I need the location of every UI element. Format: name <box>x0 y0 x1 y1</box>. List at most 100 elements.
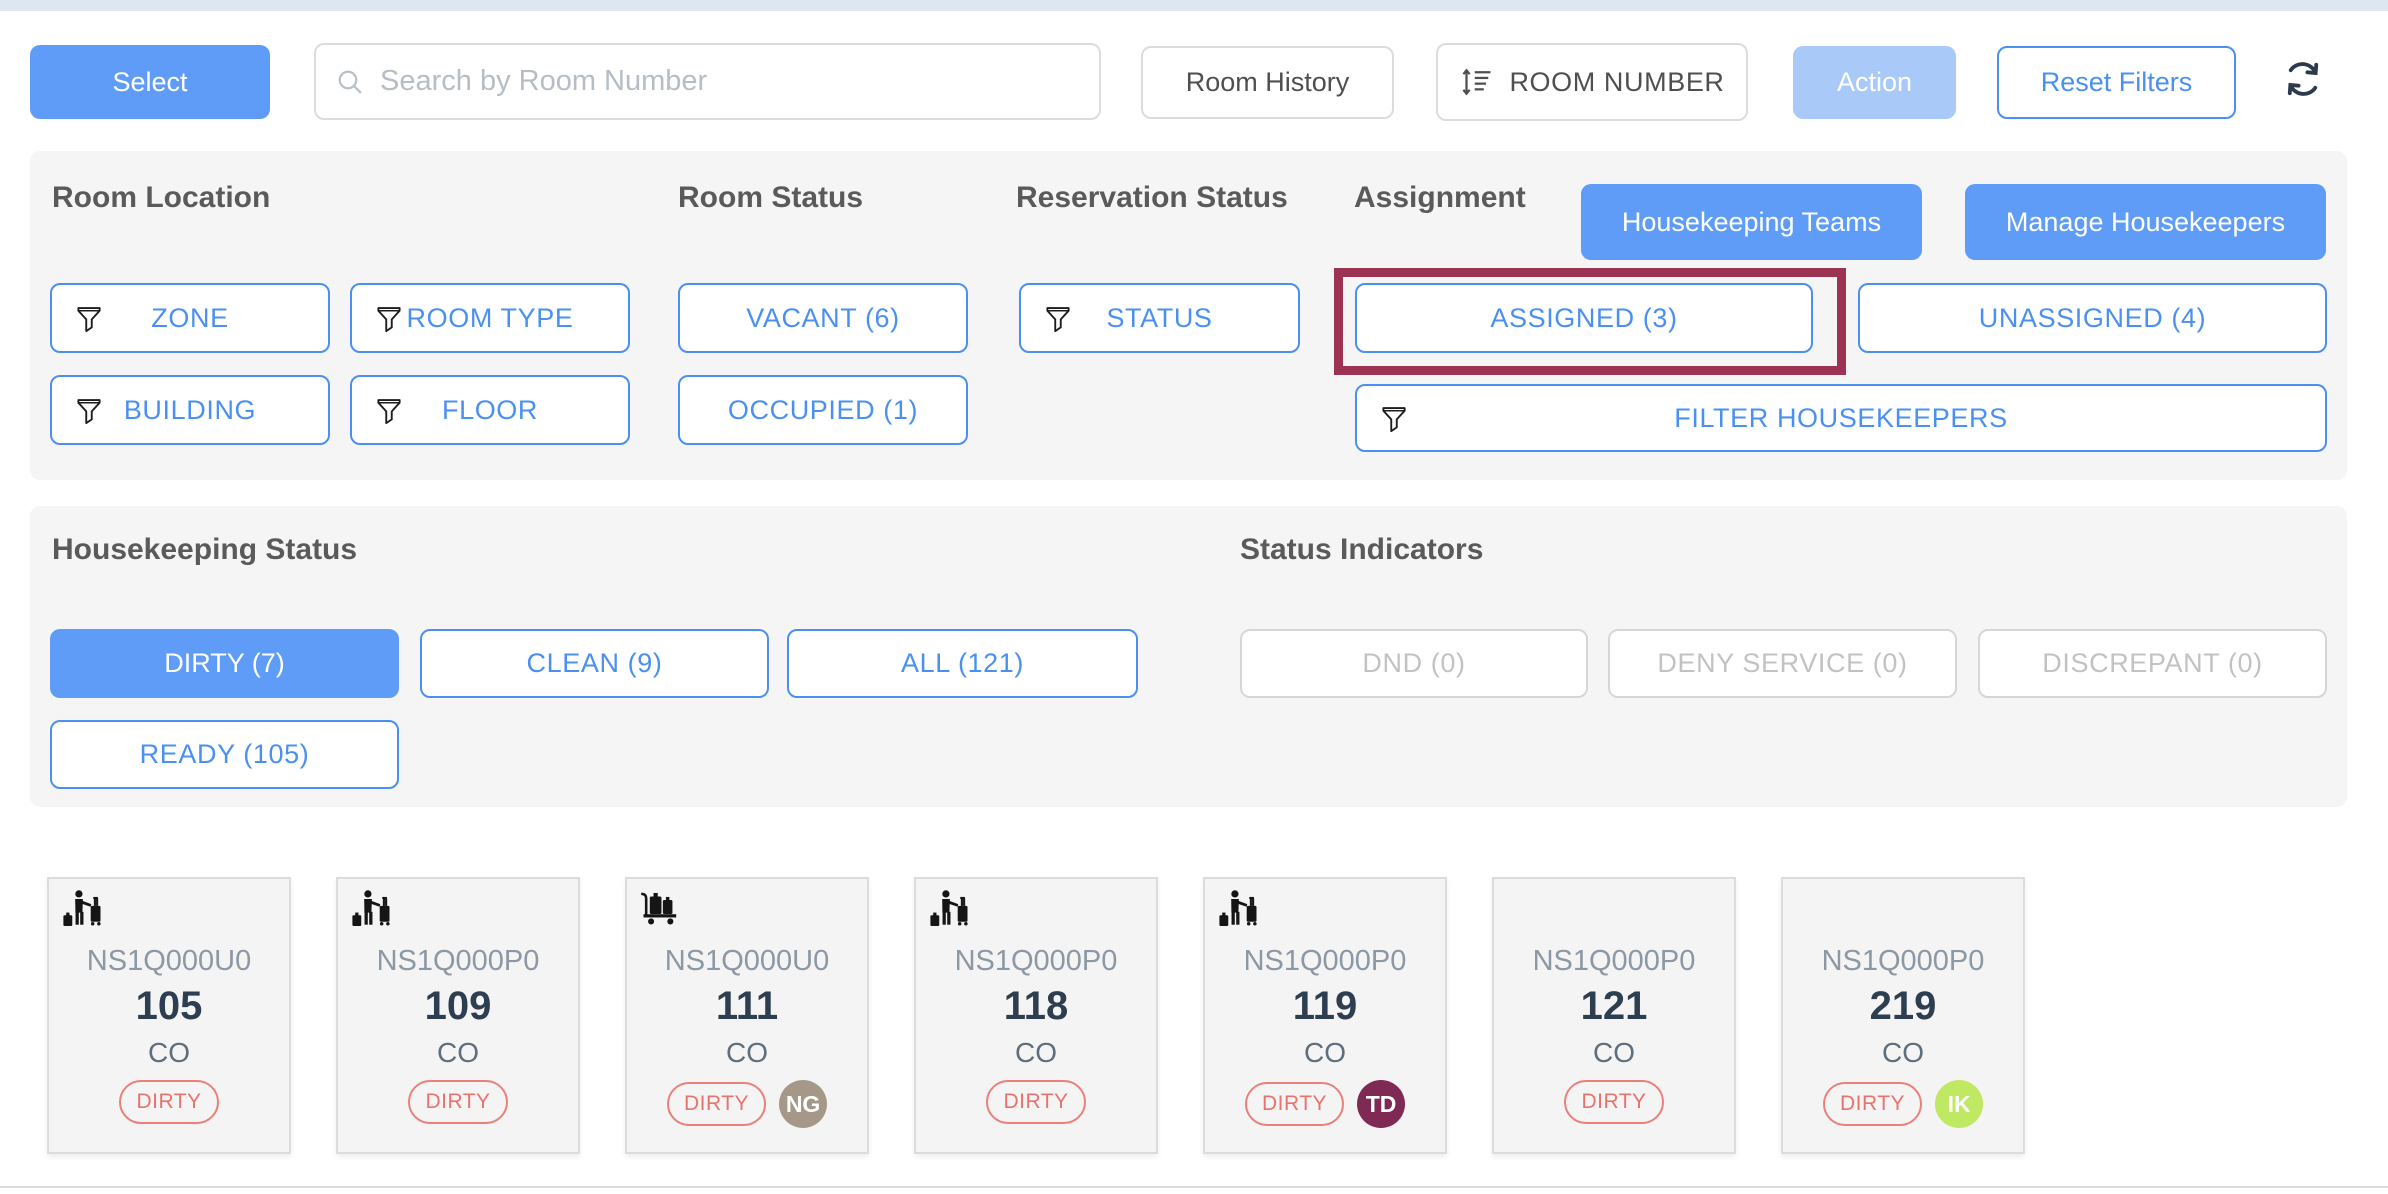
housekeeper-badge[interactable]: NG <box>779 1080 827 1128</box>
reservation-status-code: CO <box>437 1037 479 1069</box>
filter-funnel-icon <box>74 394 104 426</box>
room-number: 121 <box>1581 984 1648 1029</box>
dirty-status-pill: DIRTY <box>408 1080 507 1124</box>
filter-funnel-icon <box>374 302 404 334</box>
reservation-status-code: CO <box>1882 1037 1924 1069</box>
housekeeping-teams-button[interactable]: Housekeeping Teams <box>1581 184 1922 260</box>
dnd-filter-button[interactable]: DND (0) <box>1240 629 1588 698</box>
clean-filter-button[interactable]: CLEAN (9) <box>420 629 769 698</box>
card-badge-row: DIRTY IK <box>1823 1080 1983 1128</box>
room-card[interactable]: NS1Q000U0 111 CO DIRTY NG <box>625 877 869 1154</box>
room-card[interactable]: NS1Q000P0 118 CO DIRTY <box>914 877 1158 1154</box>
room-card-row: NS1Q000U0 105 CO DIRTY <box>47 877 2025 1154</box>
manage-housekeepers-button[interactable]: Manage Housekeepers <box>1965 184 2326 260</box>
room-status-title: Room Status <box>678 181 863 215</box>
dirty-status-pill: DIRTY <box>1245 1082 1344 1126</box>
reservation-status-code: CO <box>1304 1037 1346 1069</box>
room-type-code: NS1Q000P0 <box>955 945 1118 978</box>
filter-funnel-icon <box>74 302 104 334</box>
filter-housekeepers-label: FILTER HOUSEKEEPERS <box>1674 403 2007 434</box>
room-type-filter-label: ROOM TYPE <box>407 303 574 334</box>
dirty-status-pill: DIRTY <box>119 1080 218 1124</box>
filter-funnel-icon <box>1043 302 1073 334</box>
reset-filters-button[interactable]: Reset Filters <box>1997 46 2236 119</box>
room-type-code: NS1Q000P0 <box>377 945 540 978</box>
guest-departure-icon <box>62 889 104 931</box>
reservation-status-code: CO <box>1593 1037 1635 1069</box>
vacant-filter-button[interactable]: VACANT (6) <box>678 283 968 353</box>
housekeeper-badge[interactable]: TD <box>1357 1080 1405 1128</box>
room-history-button[interactable]: Room History <box>1141 46 1394 119</box>
reservation-status-title: Reservation Status <box>1016 181 1288 215</box>
assignment-title: Assignment <box>1354 181 1526 215</box>
refresh-icon[interactable] <box>2280 56 2326 102</box>
unassigned-filter-button[interactable]: UNASSIGNED (4) <box>1858 283 2327 353</box>
room-type-code: NS1Q000U0 <box>665 945 829 978</box>
room-card[interactable]: NS1Q000P0 119 CO DIRTY TD <box>1203 877 1447 1154</box>
bottom-divider <box>0 1186 2388 1188</box>
housekeeper-badge[interactable]: IK <box>1935 1080 1983 1128</box>
housekeeping-status-panel: Housekeeping Status Status Indicators DI… <box>30 506 2347 807</box>
reservation-status-code: CO <box>148 1037 190 1069</box>
occupied-filter-button[interactable]: OCCUPIED (1) <box>678 375 968 445</box>
sort-selector-label: ROOM NUMBER <box>1509 67 1724 98</box>
search-icon <box>334 66 366 98</box>
room-type-code: NS1Q000P0 <box>1822 945 1985 978</box>
search-box[interactable] <box>314 43 1101 120</box>
reservation-status-filter-label: STATUS <box>1106 303 1212 334</box>
filter-housekeepers-button[interactable]: FILTER HOUSEKEEPERS <box>1355 384 2327 452</box>
top-strip <box>0 0 2388 11</box>
sort-selector[interactable]: ROOM NUMBER <box>1436 43 1748 121</box>
select-button[interactable]: Select <box>30 45 270 119</box>
room-card[interactable]: NS1Q000P0 219 CO DIRTY IK <box>1781 877 2025 1154</box>
floor-filter-label: FLOOR <box>442 395 538 426</box>
reservation-status-code: CO <box>726 1037 768 1069</box>
housekeeping-status-title: Housekeeping Status <box>52 533 357 567</box>
card-badge-row: DIRTY <box>119 1080 218 1124</box>
guest-departure-icon <box>929 889 971 931</box>
guest-departure-icon <box>1218 889 1260 931</box>
room-card[interactable]: NS1Q000P0 109 CO DIRTY <box>336 877 580 1154</box>
room-number: 118 <box>1004 984 1069 1029</box>
dirty-status-pill: DIRTY <box>667 1082 766 1126</box>
search-input[interactable] <box>378 64 1081 99</box>
sort-amount-icon <box>1459 64 1495 100</box>
room-number: 105 <box>136 984 203 1029</box>
reservation-status-filter-button[interactable]: STATUS <box>1019 283 1300 353</box>
filter-funnel-icon <box>374 394 404 426</box>
building-filter-button[interactable]: BUILDING <box>50 375 330 445</box>
floor-filter-button[interactable]: FLOOR <box>350 375 630 445</box>
housekeeping-dashboard: Select Room History ROOM NUMBER Action R… <box>0 0 2388 1194</box>
building-filter-label: BUILDING <box>124 395 256 426</box>
filters-panel: Room Location Room Status Reservation St… <box>30 151 2347 480</box>
ready-filter-button[interactable]: READY (105) <box>50 720 399 789</box>
assigned-filter-button[interactable]: ASSIGNED (3) <box>1355 283 1813 353</box>
dirty-filter-button[interactable]: DIRTY (7) <box>50 629 399 698</box>
dirty-status-pill: DIRTY <box>1564 1080 1663 1124</box>
room-number: 111 <box>716 984 778 1029</box>
room-type-code: NS1Q000P0 <box>1244 945 1407 978</box>
discrepant-filter-button[interactable]: DISCREPANT (0) <box>1978 629 2327 698</box>
guest-departure-icon <box>351 889 393 931</box>
action-button[interactable]: Action <box>1793 46 1956 119</box>
room-number: 119 <box>1293 984 1358 1029</box>
status-indicators-title: Status Indicators <box>1240 533 1483 567</box>
card-badge-row: DIRTY TD <box>1245 1080 1405 1128</box>
zone-filter-label: ZONE <box>151 303 228 334</box>
card-badge-row: DIRTY <box>986 1080 1085 1124</box>
room-card[interactable]: NS1Q000P0 121 CO DIRTY <box>1492 877 1736 1154</box>
room-type-code: NS1Q000P0 <box>1533 945 1696 978</box>
dirty-status-pill: DIRTY <box>986 1080 1085 1124</box>
card-badge-row: DIRTY <box>1564 1080 1663 1124</box>
all-filter-button[interactable]: ALL (121) <box>787 629 1138 698</box>
room-number: 219 <box>1870 984 1937 1029</box>
deny-service-filter-button[interactable]: DENY SERVICE (0) <box>1608 629 1957 698</box>
room-number: 109 <box>425 984 492 1029</box>
card-badge-row: DIRTY NG <box>667 1080 827 1128</box>
reservation-status-code: CO <box>1015 1037 1057 1069</box>
zone-filter-button[interactable]: ZONE <box>50 283 330 353</box>
filter-funnel-icon <box>1379 402 1409 434</box>
room-type-code: NS1Q000U0 <box>87 945 251 978</box>
room-type-filter-button[interactable]: ROOM TYPE <box>350 283 630 353</box>
room-card[interactable]: NS1Q000U0 105 CO DIRTY <box>47 877 291 1154</box>
